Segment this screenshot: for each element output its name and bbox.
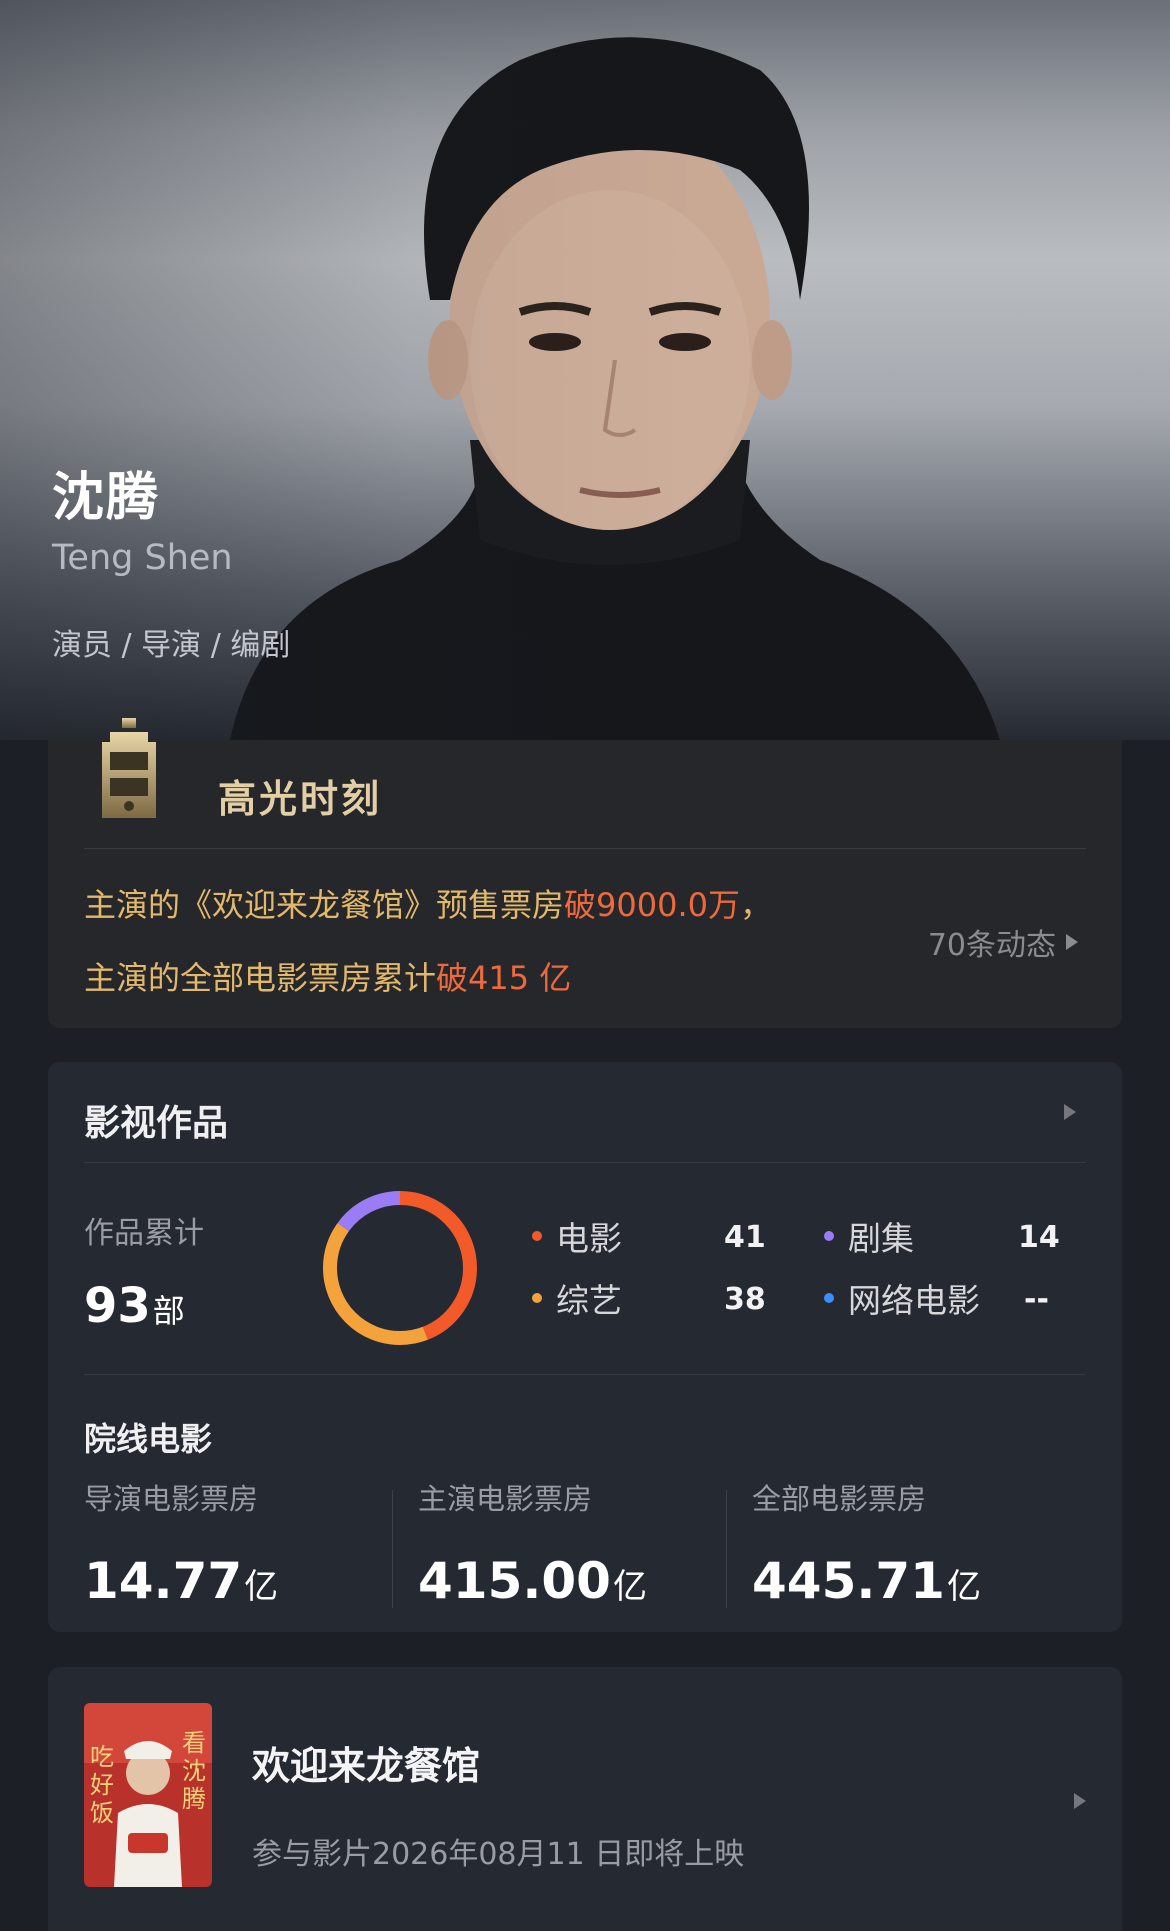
highlight-line-text: 主演的《欢迎来龙餐馆》预售票房: [84, 886, 565, 924]
actor-english-name: Teng Shen: [52, 538, 233, 578]
box-office-lead: 主演电影票房 415.00亿: [418, 1476, 738, 1610]
legend-dot-series: [824, 1231, 834, 1241]
movie-title: 欢迎来龙餐馆: [252, 1744, 481, 1788]
column-separator: [392, 1490, 393, 1608]
legend-series: 剧集: [824, 1212, 914, 1260]
works-title: 影视作品: [84, 1103, 229, 1144]
legend-dot-film: [532, 1231, 542, 1241]
highlight-accent-value: 破415 亿: [436, 959, 572, 997]
highlight-line-punct: ，: [740, 886, 773, 924]
box-office-number: 415.00: [418, 1552, 611, 1610]
box-office-unit: 亿: [244, 1567, 279, 1607]
legend-label: 综艺: [556, 1281, 622, 1320]
works-count-unit: 部: [152, 1292, 185, 1330]
box-office-value: 14.77亿: [84, 1552, 404, 1610]
poster-vertical-text-left: 吃好饭: [90, 1743, 114, 1827]
works-count-value: 93: [84, 1278, 151, 1334]
highlight-line-total: 主演的全部电影票房累计破415 亿: [84, 953, 571, 999]
works-count: 93部: [84, 1278, 185, 1334]
actor-roles: 演员 / 导演 / 编剧: [52, 628, 291, 663]
play-arrow-icon: [1066, 934, 1078, 950]
works-more-button[interactable]: [1054, 1104, 1076, 1124]
box-office-number: 445.71: [752, 1552, 945, 1610]
divider: [84, 1374, 1086, 1375]
play-arrow-icon: [1064, 1104, 1076, 1120]
film-reel-badge-icon: [102, 718, 156, 818]
more-updates-link[interactable]: 70条动态: [928, 920, 1078, 964]
box-office-unit: 亿: [612, 1567, 647, 1607]
works-donut-chart: [323, 1191, 477, 1345]
legend-label: 电影: [556, 1219, 622, 1258]
legend-film: 电影: [532, 1212, 622, 1260]
box-office-value: 445.71亿: [752, 1552, 1072, 1610]
highlight-accent-value: 破9000.0万: [564, 886, 740, 924]
box-office-director: 导演电影票房 14.77亿: [84, 1476, 404, 1610]
more-updates-label: 70条动态: [927, 928, 1056, 963]
poster-vertical-text-right: 看沈腾: [182, 1729, 206, 1813]
legend-label: 网络电影: [848, 1281, 980, 1320]
box-office-number: 14.77: [84, 1552, 243, 1610]
divider: [84, 848, 1086, 849]
box-office-unit: 亿: [946, 1567, 981, 1607]
upcoming-movie-card[interactable]: 吃好饭 看沈腾 欢迎来龙餐馆 参与影片2026年08月11 日即将上映: [48, 1667, 1122, 1931]
legend-variety: 综艺: [532, 1274, 622, 1322]
highlight-card[interactable]: 高光时刻 主演的《欢迎来龙餐馆》预售票房破9000.0万， 主演的全部电影票房累…: [48, 718, 1122, 1028]
legend-value-web-film: --: [1024, 1282, 1049, 1317]
divider: [84, 1162, 1086, 1163]
legend-value-variety: 38: [724, 1282, 766, 1317]
column-separator: [726, 1490, 727, 1608]
movie-detail-arrow[interactable]: [1064, 1793, 1086, 1813]
movie-poster-image: 吃好饭 看沈腾: [84, 1703, 212, 1887]
highlight-line-text: 主演的全部电影票房累计: [84, 959, 437, 997]
legend-dot-variety: [532, 1293, 542, 1303]
legend-dot-web-film: [824, 1293, 834, 1303]
legend-value-series: 14: [1018, 1220, 1060, 1255]
works-count-label: 作品累计: [84, 1216, 204, 1251]
legend-value-film: 41: [724, 1220, 766, 1255]
legend-label: 剧集: [848, 1219, 914, 1258]
box-office-label: 主演电影票房: [418, 1482, 593, 1516]
legend-web-film: 网络电影: [824, 1274, 980, 1322]
works-card: 影视作品 作品累计 93部 电影 41 剧集 14 综艺 38 网络电影 -- …: [48, 1062, 1122, 1632]
box-office-value: 415.00亿: [418, 1552, 738, 1610]
box-office-label: 导演电影票房: [84, 1482, 259, 1516]
cinema-films-title: 院线电影: [84, 1420, 213, 1458]
movie-release-info: 参与影片2026年08月11 日即将上映: [252, 1837, 745, 1872]
profile-header: 沈腾 Teng Shen 演员 / 导演 / 编剧: [0, 0, 1170, 740]
box-office-total: 全部电影票房 445.71亿: [752, 1476, 1072, 1610]
actor-name: 沈腾: [52, 468, 161, 528]
highlight-title: 高光时刻: [218, 777, 383, 821]
box-office-label: 全部电影票房: [752, 1482, 927, 1516]
highlight-line-presale: 主演的《欢迎来龙餐馆》预售票房破9000.0万，: [84, 880, 772, 926]
play-arrow-icon: [1074, 1793, 1086, 1809]
